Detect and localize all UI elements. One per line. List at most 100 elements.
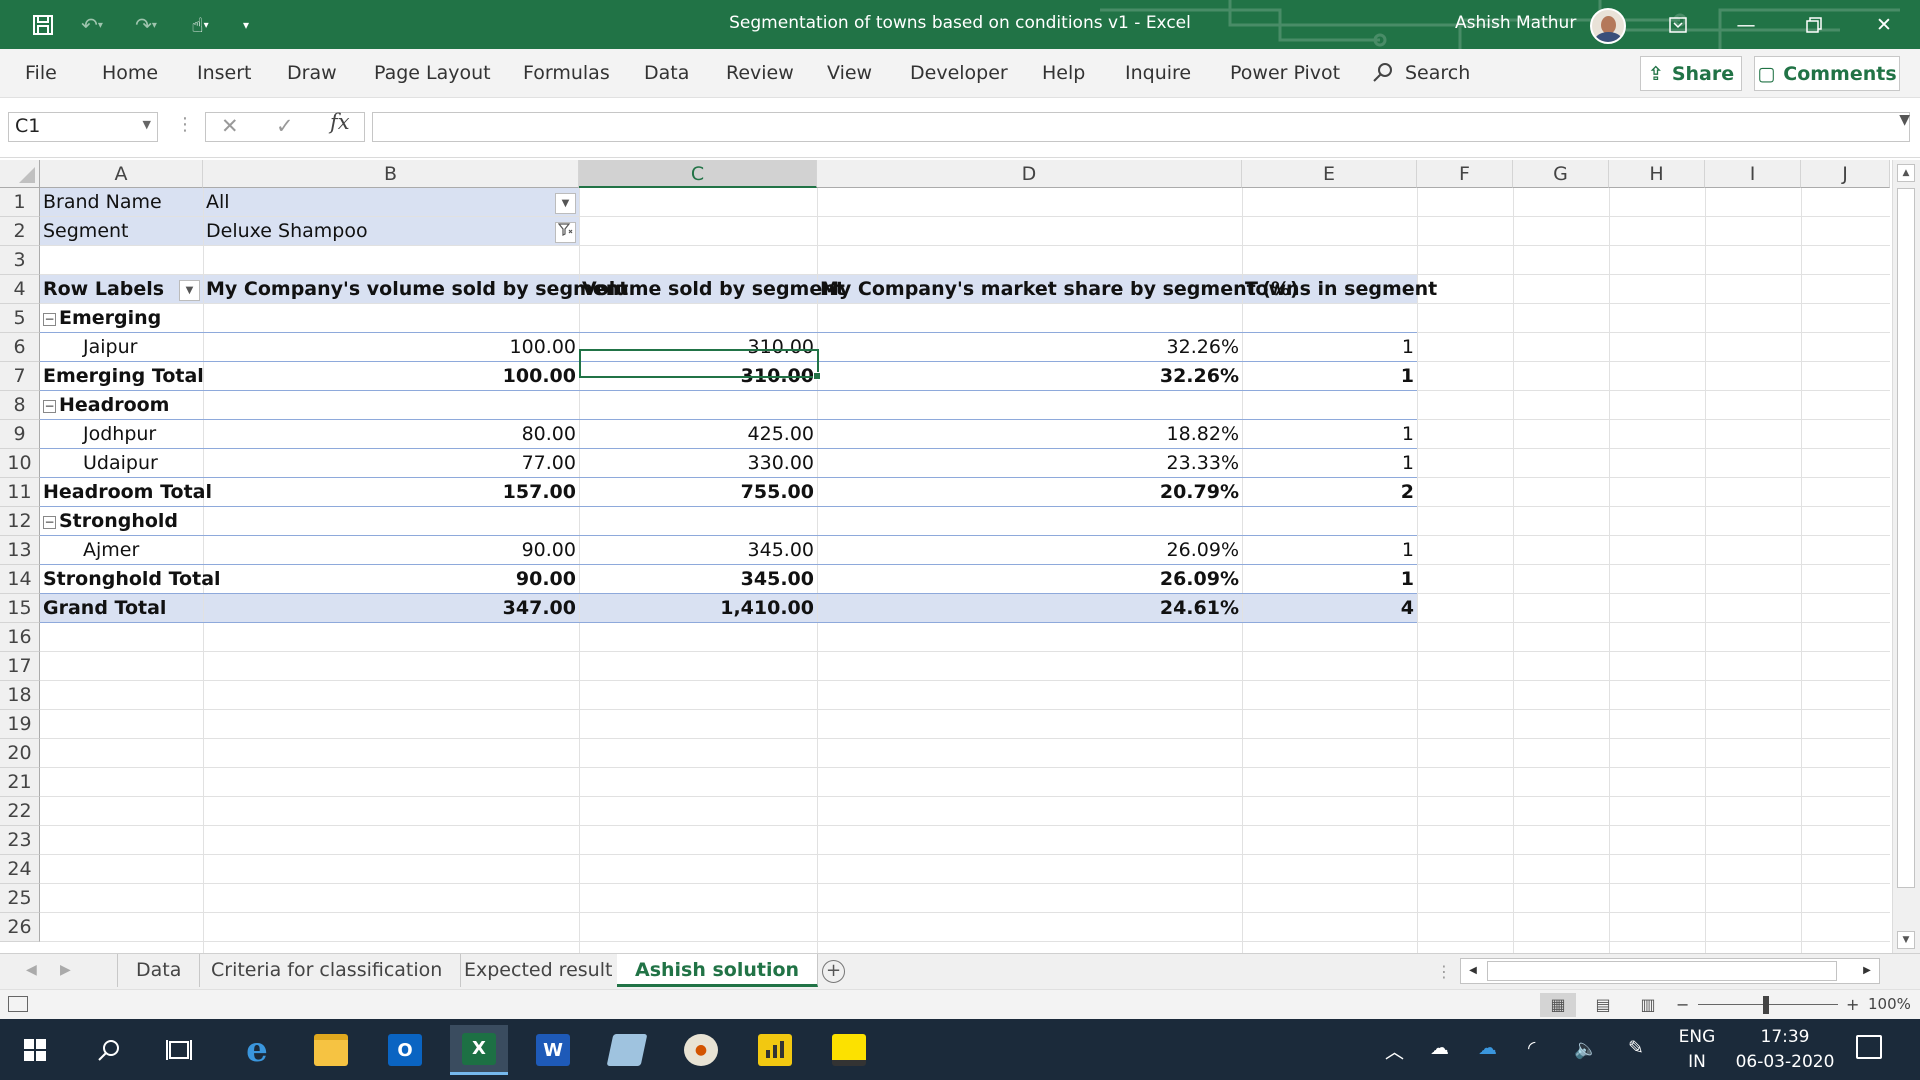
pivot-value-share[interactable]: 26.09% [817,565,1242,594]
row-header[interactable]: 25 [0,884,40,913]
pivot-value-v2[interactable]: 1,410.00 [579,594,817,623]
row-header[interactable]: 6 [0,333,40,362]
onedrive-personal-icon[interactable]: ☁ [1430,1037,1449,1059]
row-header[interactable]: 22 [0,797,40,826]
zoom-out-icon[interactable]: − [1676,995,1689,1014]
pivot-value-v1[interactable]: 100.00 [203,362,579,391]
pivot-value-v2[interactable]: 330.00 [579,449,817,478]
row-header[interactable]: 19 [0,710,40,739]
pivot-value-share[interactable]: 24.61% [817,594,1242,623]
horizontal-scrollbar[interactable]: ◀ ▶ [1460,958,1880,984]
enter-icon[interactable]: ✓ [276,114,294,138]
clock[interactable]: 17:39 06-03-2020 [1720,1025,1850,1075]
name-box[interactable]: C1 ▼ [8,112,158,142]
pivot-subtotal-label[interactable]: Emerging Total [40,362,207,391]
search-icon[interactable] [1372,61,1394,89]
row-header[interactable]: 23 [0,826,40,855]
ribbon-search[interactable]: Search [1405,62,1470,84]
sheet-next-icon[interactable]: ▶ [60,962,71,978]
pivot-value-towns[interactable]: 1 [1242,333,1417,362]
close-icon[interactable]: ✕ [1856,0,1912,49]
expand-formula-bar-icon[interactable]: ▼ [1899,112,1910,128]
column-header-g[interactable]: G [1513,160,1609,188]
scroll-right-icon[interactable]: ▶ [1857,961,1877,981]
tab-insert[interactable]: Insert [197,62,252,84]
column-header-j[interactable]: J [1801,160,1890,188]
row-header[interactable]: 20 [0,739,40,768]
column-header-b[interactable]: B [203,160,579,188]
collapse-icon[interactable]: − [43,516,56,529]
page-layout-view-icon[interactable]: ▤ [1585,993,1621,1017]
column-header-i[interactable]: I [1705,160,1801,188]
insert-function-icon[interactable]: fx [330,110,350,134]
column-header-e[interactable]: E [1242,160,1417,188]
share-button[interactable]: ⇪ Share [1640,56,1742,91]
pivot-subtotal-label[interactable]: Stronghold Total [40,565,224,594]
pivot-value-share[interactable]: 32.26% [817,362,1242,391]
row-header[interactable]: 14 [0,565,40,594]
zoom-in-icon[interactable]: + [1846,995,1859,1014]
row-header[interactable]: 16 [0,623,40,652]
tab-inquire[interactable]: Inquire [1125,62,1191,84]
horizontal-scroll-thumb[interactable] [1487,961,1837,981]
active-cell-c1[interactable] [579,349,821,380]
tab-data[interactable]: Data [644,62,689,84]
cancel-icon[interactable]: ✕ [221,114,239,138]
pivot-value-towns[interactable]: 1 [1242,420,1417,449]
spreadsheet-grid[interactable]: A B C D E F G H I J 1 2 3 4 5 6 7 8 9 10 11 12 13 14 1… [0,160,1890,953]
tab-formulas[interactable]: Formulas [523,62,610,84]
row-header[interactable]: 24 [0,855,40,884]
show-hidden-icons-icon[interactable]: ︿ [1385,1037,1404,1064]
restore-icon[interactable] [1786,0,1842,49]
column-header-h[interactable]: H [1609,160,1705,188]
row-header[interactable]: 26 [0,913,40,942]
tab-home[interactable]: Home [102,62,158,84]
user-name[interactable]: Ashish Mathur [1455,13,1576,33]
add-sheet-icon[interactable]: + [822,960,845,983]
column-header-f[interactable]: F [1417,160,1513,188]
pivot-value-v1[interactable]: 90.00 [203,565,579,594]
row-header[interactable]: 9 [0,420,40,449]
row-header[interactable]: 17 [0,652,40,681]
pivot-value-v1[interactable]: 157.00 [203,478,579,507]
pivot-town-label[interactable]: Jodhpur [80,420,159,449]
tab-help[interactable]: Help [1042,62,1085,84]
row-header[interactable]: 5 [0,304,40,333]
row-header[interactable]: 2 [0,217,40,246]
pivot-town-label[interactable]: Jaipur [80,333,140,362]
macro-record-icon[interactable] [8,996,28,1012]
row-header[interactable]: 18 [0,681,40,710]
row-header[interactable]: 8 [0,391,40,420]
row-header[interactable]: 13 [0,536,40,565]
row-header[interactable]: 7 [0,362,40,391]
zoom-level[interactable]: 100% [1868,995,1911,1013]
ribbon-display-icon[interactable] [1650,0,1706,49]
pivot-town-label[interactable]: Udaipur [80,449,161,478]
row-header[interactable]: 11 [0,478,40,507]
filter-dropdown-brand-icon[interactable]: ▼ [555,193,576,214]
pivot-group-label[interactable]: − Emerging [40,304,164,333]
sheet-tab-criteria[interactable]: Criteria for classification [193,954,462,987]
outlook-icon[interactable]: O [376,1025,434,1075]
sheet-tab-ashish-solution[interactable]: Ashish solution [617,954,819,987]
filter-applied-segment-icon[interactable] [555,222,576,243]
scroll-up-icon[interactable]: ▲ [1897,164,1915,182]
zoom-slider-knob[interactable] [1763,996,1769,1014]
formula-input[interactable] [372,112,1910,142]
word-icon[interactable]: W [524,1025,582,1075]
minimize-icon[interactable]: — [1718,0,1774,49]
pivot-value-share[interactable]: 18.82% [817,420,1242,449]
onedrive-business-icon[interactable]: ☁ [1478,1037,1497,1059]
volume-icon[interactable]: 🔈 [1574,1037,1598,1060]
vertical-scrollbar[interactable]: ▲ ▼ [1892,160,1920,953]
column-header-d[interactable]: D [817,160,1242,188]
tab-split-handle-icon[interactable]: ⋮ [1436,962,1452,981]
filter-value-segment[interactable]: Deluxe Shampoo [203,217,371,246]
row-header[interactable]: 21 [0,768,40,797]
pivot-value-share[interactable]: 26.09% [817,536,1242,565]
sheet-tab-expected-result[interactable]: Expected result [446,954,632,987]
scroll-left-icon[interactable]: ◀ [1463,961,1483,981]
pivot-grand-total-label[interactable]: Grand Total [40,594,169,623]
pivot-value-share[interactable]: 32.26% [817,333,1242,362]
power-bi-icon[interactable] [746,1025,804,1075]
